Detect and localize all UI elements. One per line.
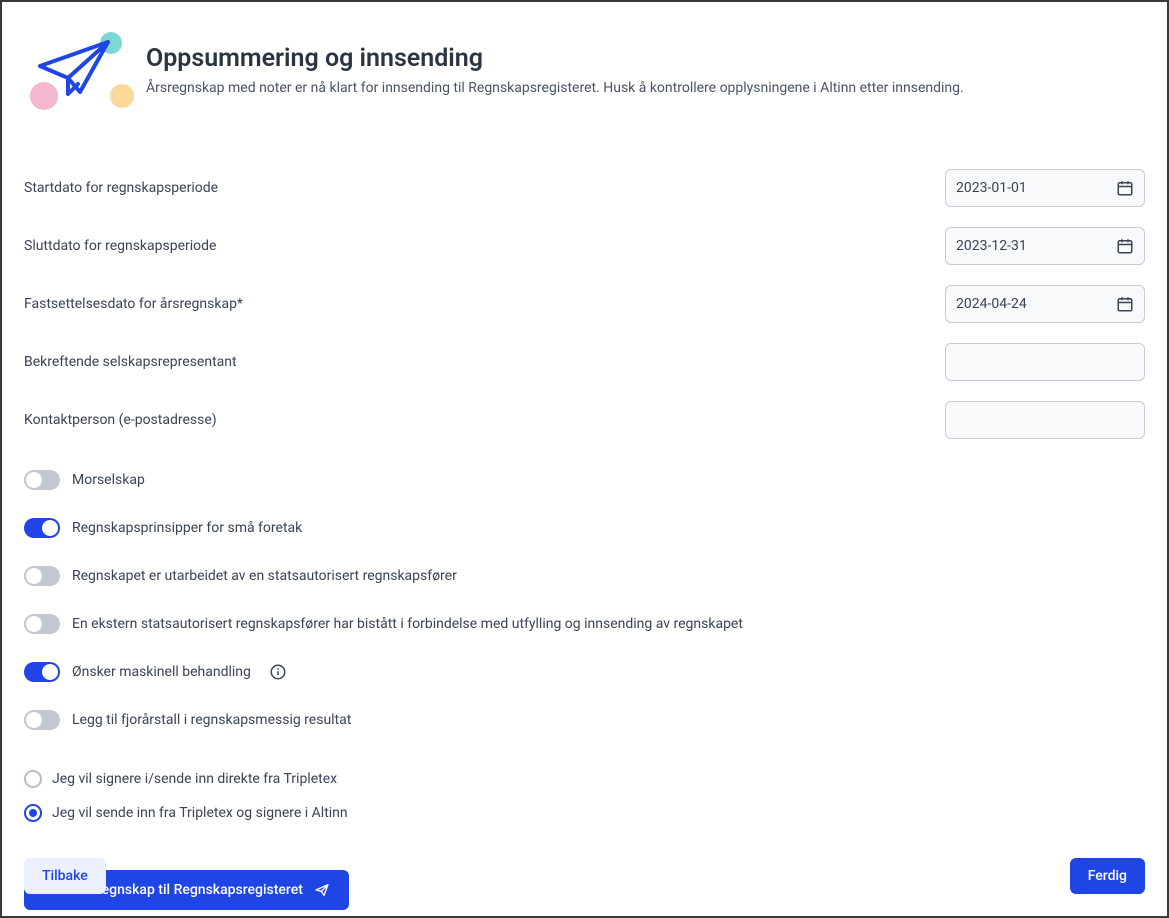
contact-input[interactable] [945,401,1145,439]
paper-plane-icon [36,36,114,104]
end-date-label: Sluttdato for regnskapsperiode [24,238,216,254]
machine-processing-toggle[interactable] [24,662,60,682]
auth-accountant-toggle[interactable] [24,566,60,586]
end-date-input[interactable] [945,227,1145,265]
representative-field[interactable] [956,354,1134,370]
sign-altinn-radio[interactable] [24,804,42,822]
sign-tripletex-label: Jeg vil signere i/sende inn direkte fra … [52,771,337,787]
page-subtitle: Årsregnskap med noter er nå klart for in… [146,79,964,99]
machine-processing-label: Ønsker maskinell behandling [72,664,251,680]
end-date-field[interactable] [956,238,1110,254]
small-principles-toggle[interactable] [24,518,60,538]
prev-year-label: Legg til fjorårstall i regnskapsmessig r… [72,712,351,728]
page-title: Oppsummering og innsending [146,44,964,73]
parent-company-toggle[interactable] [24,470,60,490]
contact-field[interactable] [956,412,1134,428]
calendar-icon [1116,237,1134,255]
summary-submission-dialog: Oppsummering og innsending Årsregnskap m… [0,0,1169,918]
start-date-input[interactable] [945,169,1145,207]
auth-accountant-label: Regnskapet er utarbeidet av en statsauto… [72,568,457,584]
contact-label: Kontaktperson (e-postadresse) [24,412,217,428]
sign-tripletex-radio[interactable] [24,770,42,788]
representative-input[interactable] [945,343,1145,381]
done-button[interactable]: Ferdig [1070,858,1145,894]
external-accountant-toggle[interactable] [24,614,60,634]
sign-altinn-label: Jeg vil sende inn fra Tripletex og signe… [52,805,348,821]
start-date-field[interactable] [956,180,1110,196]
paper-plane-illustration [24,30,124,110]
start-date-label: Startdato for regnskapsperiode [24,180,218,196]
calendar-icon [1116,179,1134,197]
parent-company-label: Morselskap [72,472,145,488]
small-principles-label: Regnskapsprinsipper for små foretak [72,520,302,536]
approval-date-label: Fastsettelsesdato for årsregnskap* [24,296,243,312]
external-accountant-label: En ekstern statsautorisert regnskapsføre… [72,616,743,632]
representative-label: Bekreftende selskapsrepresentant [24,354,237,370]
info-icon[interactable] [269,663,287,681]
calendar-icon [1116,295,1134,313]
approval-date-field[interactable] [956,296,1110,312]
header: Oppsummering og innsending Årsregnskap m… [24,30,1145,110]
prev-year-toggle[interactable] [24,710,60,730]
back-button[interactable]: Tilbake [24,858,106,894]
approval-date-input[interactable] [945,285,1145,323]
